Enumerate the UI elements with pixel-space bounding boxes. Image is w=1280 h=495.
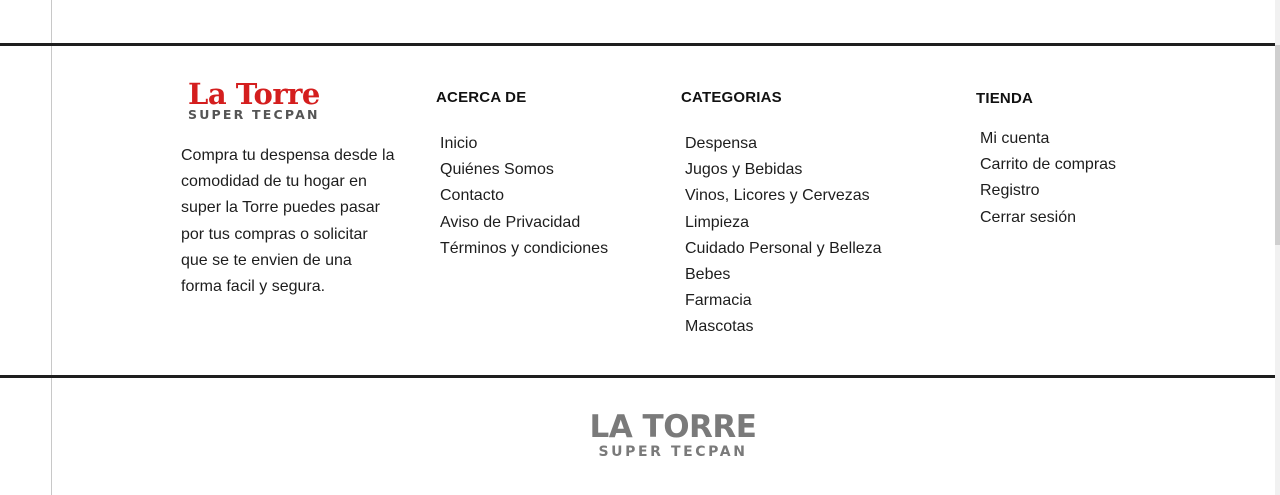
store-heading: TIENDA: [976, 90, 1034, 107]
store-links: Mi cuenta Carrito de compras Registro Ce…: [980, 126, 1116, 231]
category-link-cuidado-personal[interactable]: Cuidado Personal y Belleza: [685, 236, 882, 262]
category-link-despensa[interactable]: Despensa: [685, 131, 882, 157]
store-link-registro[interactable]: Registro: [980, 178, 1116, 204]
store-link-mi-cuenta[interactable]: Mi cuenta: [980, 126, 1116, 152]
category-link-mascotas[interactable]: Mascotas: [685, 314, 882, 340]
about-link-inicio[interactable]: Inicio: [440, 131, 608, 157]
footer-top-divider: [0, 43, 1275, 46]
bottom-logo[interactable]: LA TORRE SUPER TECPAN: [560, 410, 786, 460]
about-link-terminos[interactable]: Términos y condiciones: [440, 236, 608, 262]
category-link-bebes[interactable]: Bebes: [685, 262, 882, 288]
about-heading: ACERCA DE: [436, 89, 527, 106]
store-link-cerrar-sesion[interactable]: Cerrar sesión: [980, 205, 1116, 231]
page-scrollbar[interactable]: [1275, 0, 1280, 495]
bottom-logo-subtitle: SUPER TECPAN: [598, 444, 748, 460]
categories-links: Despensa Jugos y Bebidas Vinos, Licores …: [685, 131, 882, 341]
brand-logo-subtitle: SUPER TECPAN: [188, 107, 320, 122]
brand-logo[interactable]: La Torre SUPER TECPAN: [188, 79, 328, 122]
bottom-logo-name: LA TORRE: [589, 409, 757, 445]
category-link-jugos-bebidas[interactable]: Jugos y Bebidas: [685, 157, 882, 183]
category-link-limpieza[interactable]: Limpieza: [685, 210, 882, 236]
brand-logo-name: La Torre: [188, 77, 320, 111]
footer-bottom-divider: [0, 375, 1275, 378]
page-left-border: [51, 0, 52, 495]
about-link-aviso-privacidad[interactable]: Aviso de Privacidad: [440, 210, 608, 236]
about-link-contacto[interactable]: Contacto: [440, 183, 608, 209]
brand-description: Compra tu despensa desde la comodidad de…: [181, 147, 395, 296]
category-link-farmacia[interactable]: Farmacia: [685, 288, 882, 314]
category-link-vinos-licores[interactable]: Vinos, Licores y Cervezas: [685, 183, 882, 209]
about-links: Inicio Quiénes Somos Contacto Aviso de P…: [440, 131, 608, 262]
about-link-quienes-somos[interactable]: Quiénes Somos: [440, 157, 608, 183]
scrollbar-thumb[interactable]: [1275, 45, 1280, 245]
categories-heading: CATEGORIAS: [681, 89, 782, 106]
store-link-carrito[interactable]: Carrito de compras: [980, 152, 1116, 178]
